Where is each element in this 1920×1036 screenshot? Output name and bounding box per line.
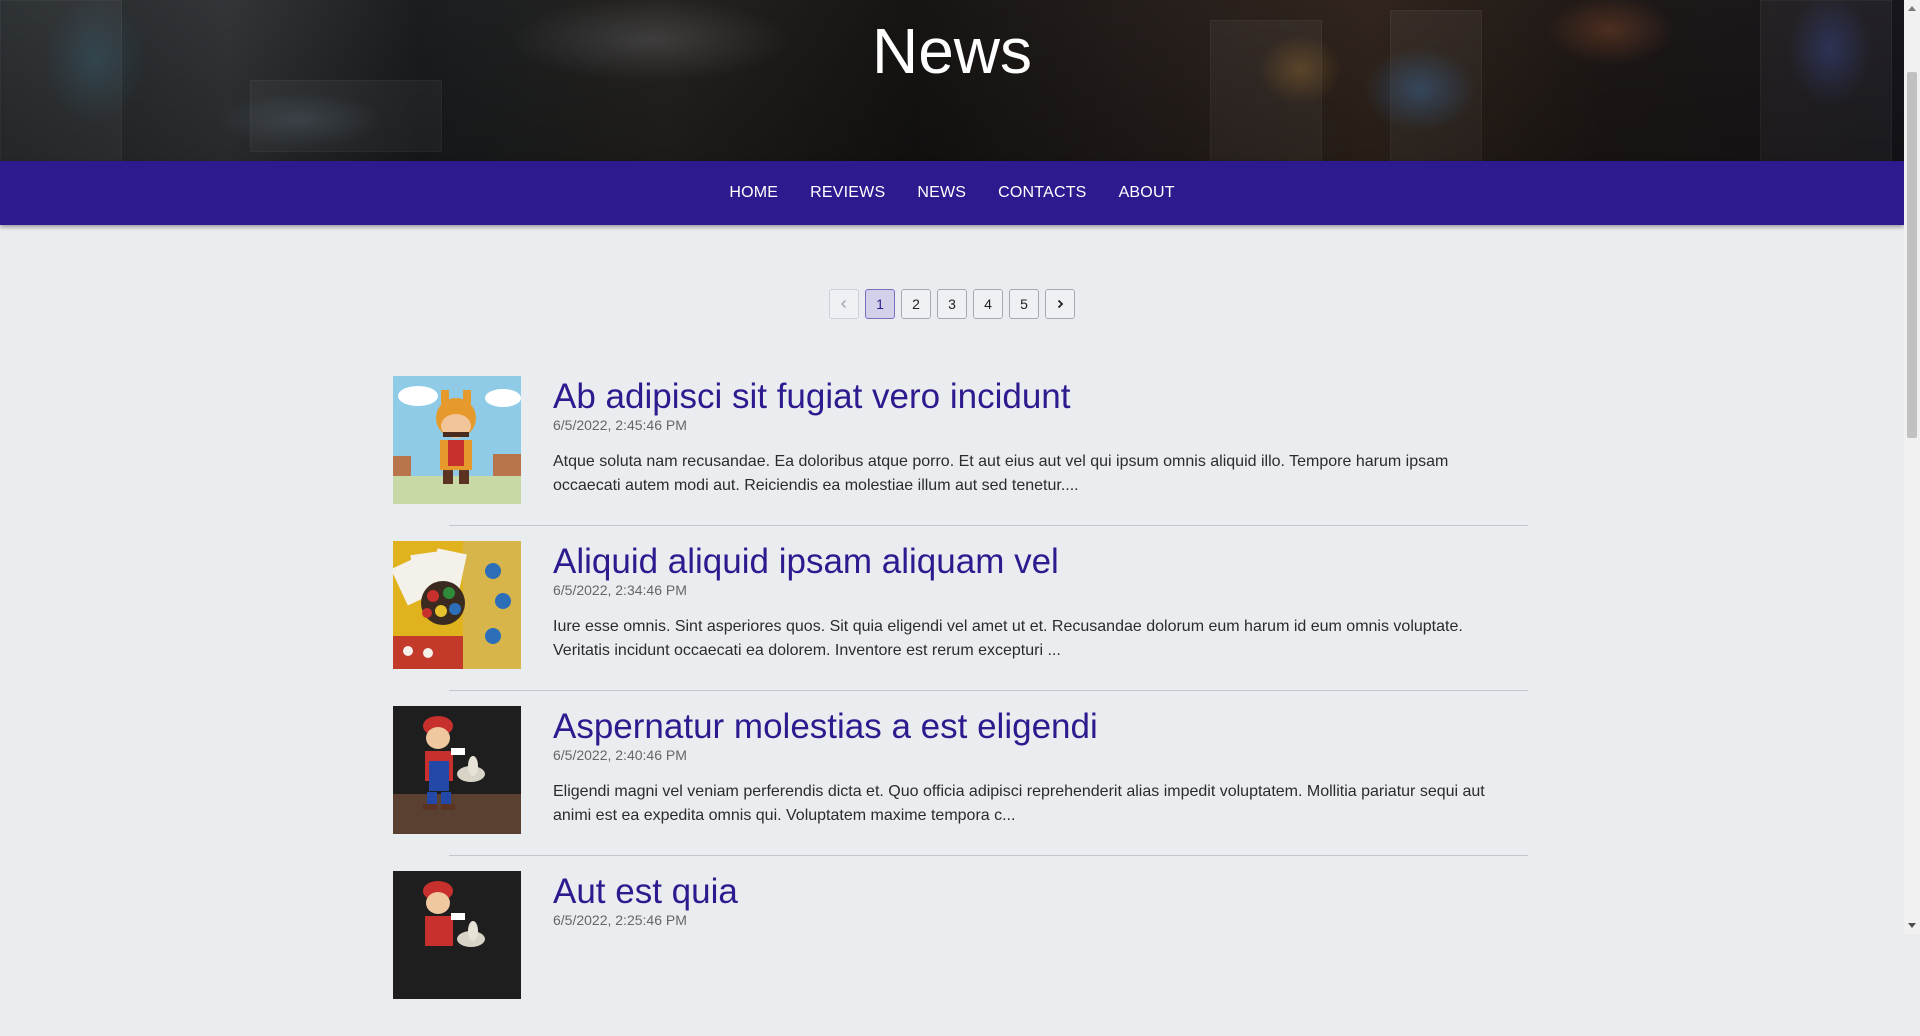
chevron-left-icon (840, 299, 847, 309)
divider (449, 690, 1528, 691)
article-date: 6/5/2022, 2:45:46 PM (553, 417, 687, 433)
mario-figure-image (393, 871, 521, 999)
next-page-button[interactable] (1045, 289, 1075, 319)
scrollbar-thumb[interactable] (1907, 72, 1917, 438)
divider (449, 525, 1528, 526)
article-title[interactable]: Aliquid aliquid ipsam aliquam vel (553, 541, 1528, 583)
board-game-image (393, 541, 521, 669)
pagination: 1 2 3 4 5 (0, 289, 1904, 319)
list-item: Ab adipisci sit fugiat vero incidunt 6/5… (393, 376, 1528, 541)
article-thumbnail[interactable] (393, 871, 521, 999)
prev-page-button[interactable] (829, 289, 859, 319)
nav-contacts[interactable]: CONTACTS (982, 184, 1102, 202)
page-button-4[interactable]: 4 (973, 289, 1003, 319)
scroll-down-arrow-icon[interactable] (1904, 918, 1920, 934)
hero-banner: News (0, 0, 1904, 161)
article-thumbnail[interactable] (393, 376, 521, 504)
article-date: 6/5/2022, 2:25:46 PM (553, 912, 687, 928)
article-thumbnail[interactable] (393, 541, 521, 669)
article-thumbnail[interactable] (393, 706, 521, 834)
page-button-2[interactable]: 2 (901, 289, 931, 319)
chevron-right-icon (1057, 299, 1064, 309)
scroll-up-arrow-icon[interactable] (1904, 0, 1920, 16)
page-button-5[interactable]: 5 (1009, 289, 1039, 319)
article-date: 6/5/2022, 2:34:46 PM (553, 582, 687, 598)
article-title[interactable]: Aspernatur molestias a est eligendi (553, 706, 1528, 748)
article-excerpt: Atque soluta nam recusandae. Ea doloribu… (553, 453, 1449, 494)
article-date: 6/5/2022, 2:40:46 PM (553, 747, 687, 763)
article-excerpt: Eligendi magni vel veniam perferendis di… (553, 783, 1485, 824)
page-button-3[interactable]: 3 (937, 289, 967, 319)
page-scrollbar[interactable] (1904, 0, 1920, 934)
divider (449, 855, 1528, 856)
mario-figure-image (393, 706, 521, 834)
nav-reviews[interactable]: REVIEWS (794, 184, 901, 202)
article-excerpt: Iure esse omnis. Sint asperiores quos. S… (553, 618, 1463, 659)
news-list: Ab adipisci sit fugiat vero incidunt 6/5… (393, 376, 1528, 1036)
main-nav: HOME REVIEWS NEWS CONTACTS ABOUT (0, 161, 1904, 225)
nav-home[interactable]: HOME (713, 184, 794, 202)
list-item: Aliquid aliquid ipsam aliquam vel 6/5/20… (393, 541, 1528, 706)
toy-figure-image (393, 376, 521, 504)
list-item: Aspernatur molestias a est eligendi 6/5/… (393, 706, 1528, 871)
page-title: News (871, 15, 1033, 87)
article-title[interactable]: Ab adipisci sit fugiat vero incidunt (553, 376, 1528, 418)
page-button-1[interactable]: 1 (865, 289, 895, 319)
nav-about[interactable]: ABOUT (1103, 184, 1191, 202)
list-item: Aut est quia 6/5/2022, 2:25:46 PM (393, 871, 1528, 1036)
nav-news[interactable]: NEWS (901, 184, 982, 202)
article-title[interactable]: Aut est quia (553, 871, 1528, 913)
